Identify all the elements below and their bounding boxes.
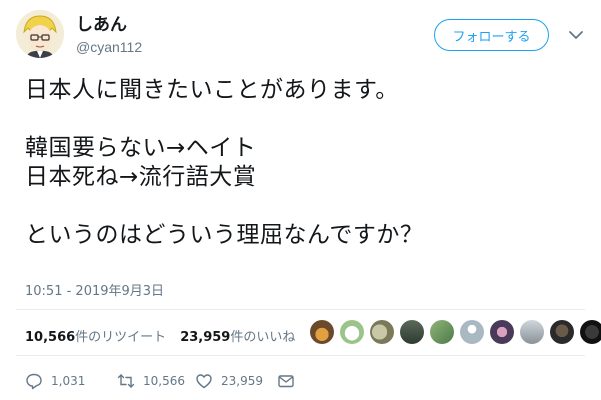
like-button[interactable]: 23,959 — [195, 372, 277, 390]
liker-avatar[interactable] — [400, 320, 424, 344]
liker-avatars — [310, 320, 601, 344]
avatar-image — [16, 10, 64, 58]
action-bar: 1,031 10,566 23,959 — [25, 371, 303, 391]
direct-message-button[interactable] — [277, 372, 303, 390]
tweet-line: 日本人に聞きたいことがあります。 — [25, 77, 399, 103]
liker-avatar[interactable] — [310, 320, 334, 344]
tweet-line: 日本死ね→流行語大賞 — [25, 164, 257, 190]
liker-avatar[interactable] — [580, 320, 601, 344]
like-icon — [196, 374, 212, 389]
reply-icon — [26, 373, 42, 390]
retweets-count: 10,566 — [25, 330, 76, 345]
retweet-button[interactable]: 10,566 — [117, 372, 195, 390]
display-name[interactable]: しあん — [76, 14, 127, 36]
engagement-stats: 10,566件のリツイート 23,959件のいいね — [25, 326, 295, 345]
likes-label: 件のいいね — [230, 330, 296, 345]
retweet-count: 10,566 — [143, 374, 185, 388]
avatar[interactable] — [16, 10, 64, 58]
follow-button[interactable]: フォローする — [434, 19, 549, 51]
liker-avatar[interactable] — [460, 320, 484, 344]
retweet-icon — [117, 374, 135, 388]
likes-stat[interactable]: 23,959件のいいね — [180, 330, 295, 345]
tweet-timestamp[interactable]: 10:51 - 2019年9月3日 — [25, 280, 164, 299]
tweet-text: 日本人に聞きたいことがあります。 韓国要らない→ヘイト 日本死ね→流行語大賞 と… — [25, 76, 585, 250]
liker-avatar[interactable] — [520, 320, 544, 344]
user-handle[interactable]: @cyan112 — [76, 38, 142, 56]
liker-avatar[interactable] — [430, 320, 454, 344]
message-icon — [278, 375, 294, 388]
divider — [16, 355, 585, 356]
liker-avatar[interactable] — [490, 320, 514, 344]
divider — [16, 309, 585, 310]
reply-button[interactable]: 1,031 — [25, 372, 117, 390]
chevron-down-icon[interactable] — [567, 28, 585, 42]
tweet-line: 韓国要らない→ヘイト — [25, 135, 257, 161]
retweets-stat[interactable]: 10,566件のリツイート — [25, 330, 166, 345]
likes-count: 23,959 — [180, 330, 231, 345]
liker-avatar[interactable] — [550, 320, 574, 344]
like-count: 23,959 — [221, 374, 263, 388]
liker-avatar[interactable] — [370, 320, 394, 344]
liker-avatar[interactable] — [340, 320, 364, 344]
reply-count: 1,031 — [51, 374, 86, 388]
retweets-label: 件のリツイート — [75, 330, 167, 345]
tweet-line: というのはどういう理屈なんですか？ — [25, 222, 424, 248]
